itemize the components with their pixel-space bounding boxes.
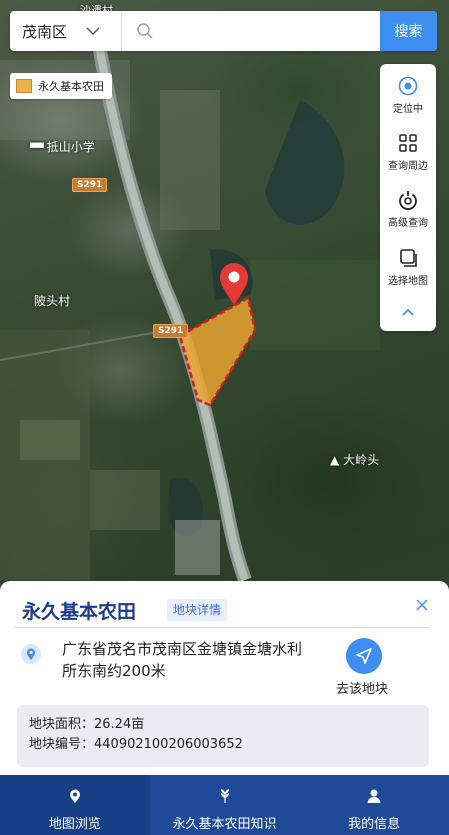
district-select[interactable]: 茂南区 [10, 11, 122, 51]
nav-my-info[interactable]: 我的信息 [299, 775, 449, 835]
advanced-query-button[interactable]: 高级查询 [380, 182, 436, 234]
legend-swatch [16, 79, 32, 93]
map-label-school: ▀▀ 抵山小学 [30, 140, 95, 154]
legend-label: 永久基本农田 [38, 80, 104, 93]
address-pin-icon [21, 644, 41, 664]
road-shield: S291 [153, 324, 189, 338]
parcel-address: 广东省茂名市茂南区金塘镇金塘水利所东南约200米 [62, 640, 303, 680]
select-map-button[interactable]: 选择地图 [380, 240, 436, 292]
map-toolbar: 定位中 查询周边 高级查询 选择地图 [380, 64, 436, 331]
nav-farmland-knowledge[interactable]: 永久基本农田知识 [150, 775, 300, 835]
toolbar-collapse-button[interactable] [380, 300, 436, 326]
power-icon [399, 191, 417, 211]
parcel-detail-tag[interactable]: 地块详情 [167, 599, 228, 621]
map-label-peak: ▲ 大岭头 [330, 453, 380, 467]
district-label: 茂南区 [22, 22, 68, 41]
nearby-query-button[interactable]: 查询周边 [380, 125, 436, 177]
search-button[interactable]: 搜索 [380, 11, 437, 51]
nav-map-browse-label: 地图浏览 [48, 817, 101, 832]
mountain-icon: ▲ [330, 453, 340, 467]
chevron-up-icon [402, 308, 414, 316]
nav-farmland-knowledge-label: 永久基本农田知识 [172, 817, 277, 832]
bottom-nav: 地图浏览 永久基本农田知识 我的信息 [0, 775, 449, 835]
map-label-village: 陂头村 [34, 294, 71, 308]
locate-label: 定位中 [393, 104, 423, 115]
advanced-query-label: 高级查询 [388, 218, 428, 229]
nearby-query-label: 查询周边 [388, 161, 428, 172]
nav-my-info-label: 我的信息 [348, 817, 401, 832]
parcel-info-panel: 永久基本农田 地块详情 广东省茂名市茂南区金塘镇金塘水利所东南约200米 去该地… [0, 581, 449, 775]
search-icon [137, 23, 153, 39]
farmland-parcel [178, 296, 257, 407]
search-bar: 茂南区 搜索 [10, 11, 437, 51]
parcel-stats: 地块面积：26.24亩 地块编号：440902100206003652 [17, 705, 429, 767]
navigate-button[interactable] [346, 638, 382, 674]
parcel-area: 地块面积：26.24亩 [29, 717, 145, 732]
layers-icon [400, 249, 417, 267]
locate-button[interactable]: 定位中 [380, 68, 436, 120]
navigate-arrow-icon [356, 648, 372, 664]
close-icon[interactable] [414, 597, 430, 613]
school-icon: ▀▀ [30, 144, 47, 154]
parcel-code: 地块编号：440902100206003652 [29, 737, 243, 752]
road-shield: S291 [72, 178, 108, 192]
wheat-icon [220, 789, 229, 803]
grid-icon [399, 134, 417, 152]
locate-icon [398, 76, 418, 96]
panel-title: 永久基本农田 [22, 601, 137, 623]
location-pin-icon [220, 263, 248, 305]
navigate-label[interactable]: 去该地块 [336, 678, 388, 697]
map-browse-icon [69, 789, 80, 803]
search-input[interactable] [154, 12, 380, 50]
select-map-label: 选择地图 [388, 276, 428, 287]
legend: 永久基本农田 [10, 73, 112, 99]
nav-map-browse[interactable]: 地图浏览 [0, 775, 150, 835]
panel-divider [14, 627, 430, 628]
chevron-down-icon [86, 27, 100, 35]
user-icon [367, 789, 381, 803]
